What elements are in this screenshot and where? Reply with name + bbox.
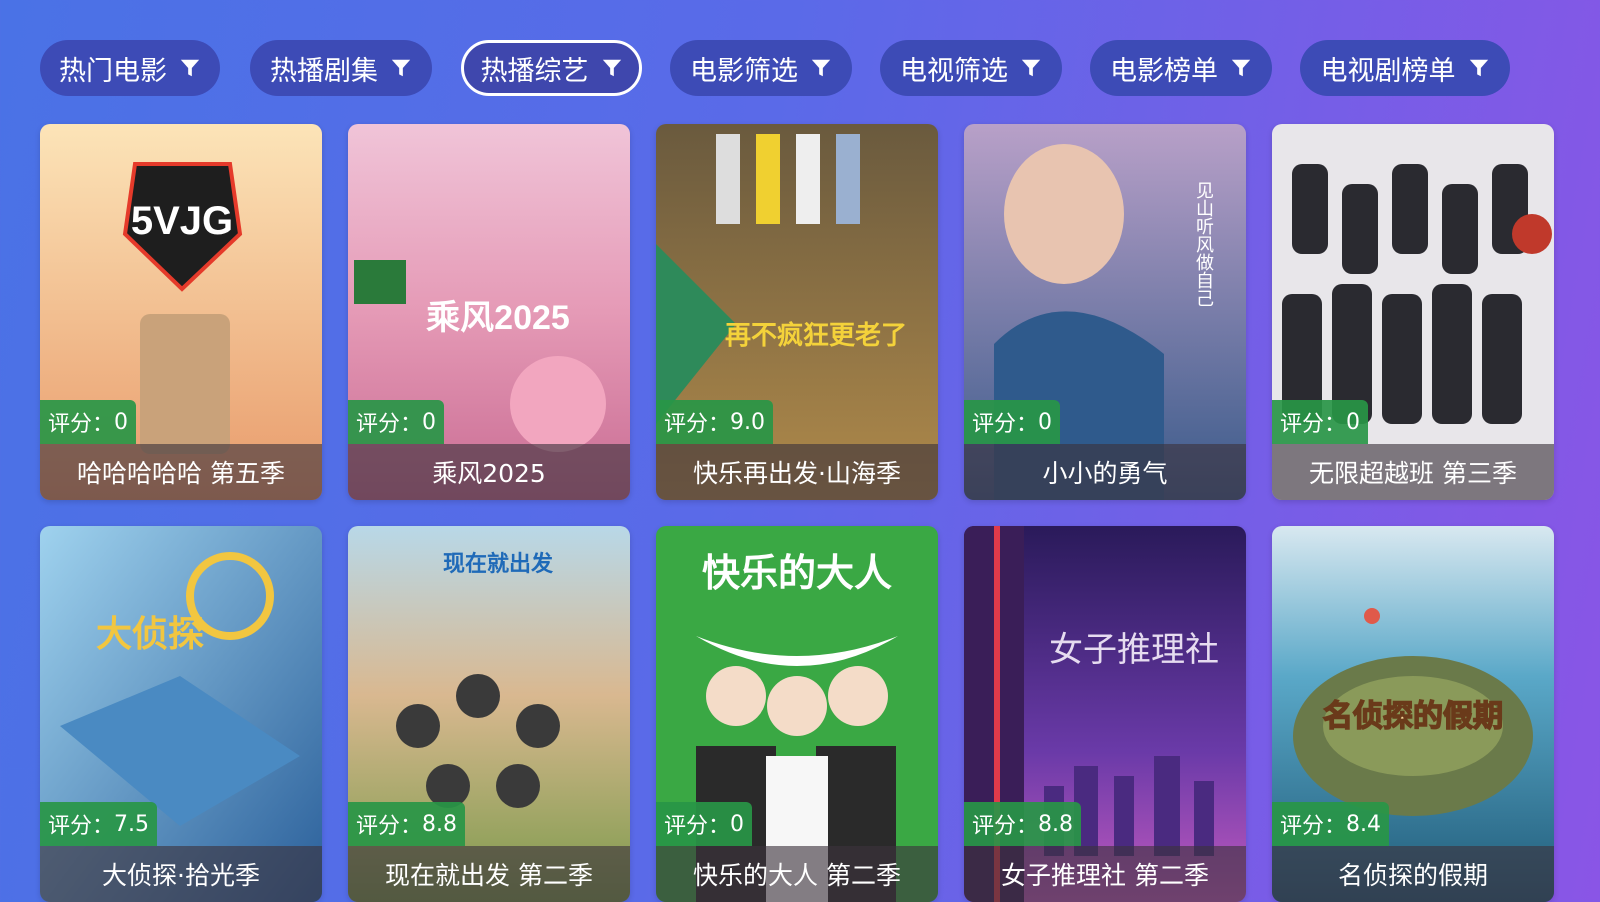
rating-badge: 评分： 9.0 (656, 400, 774, 444)
rating-badge: 评分： 8.8 (348, 802, 466, 846)
rating-badge: 评分： 0 (964, 400, 1061, 444)
rating-badge: 评分： 0 (1272, 400, 1369, 444)
tab-label: 电视筛选 (900, 55, 1008, 87)
card-title: 快乐再出发·山海季 (656, 444, 938, 500)
rating-badge: 评分： 8.4 (1272, 802, 1390, 846)
card-title: 小小的勇气 (964, 444, 1246, 500)
tab-movie-filter[interactable]: 电影筛选 (670, 40, 852, 96)
filter-icon (1231, 59, 1251, 77)
rating-badge: 评分： 0 (348, 400, 445, 444)
card-title: 无限超越班 第三季 (1272, 444, 1554, 500)
tab-label: 热门电影 (59, 55, 167, 87)
show-card[interactable]: 再不疯狂更老了 评分： 9.0 快乐再出发·山海季 (656, 124, 938, 500)
show-card[interactable]: 乘风2025 评分： 0 乘风2025 (348, 124, 630, 500)
tab-hot-variety[interactable]: 热播综艺 (461, 40, 642, 96)
card-title: 现在就出发 第二季 (348, 846, 630, 902)
svg-text:大侦探: 大侦探 (96, 613, 204, 654)
rating-badge: 评分： 7.5 (40, 802, 158, 846)
svg-text:见山听风做自己: 见山听风做自己 (1194, 181, 1214, 307)
tab-hot-movies[interactable]: 热门电影 (40, 40, 220, 96)
svg-text:快乐的大人: 快乐的大人 (702, 553, 892, 595)
tab-label: 热播综艺 (480, 55, 589, 87)
svg-text:乘风2025: 乘风2025 (426, 299, 570, 337)
filter-icon (391, 59, 411, 77)
card-title: 乘风2025 (348, 444, 630, 500)
card-title: 大侦探·拾光季 (40, 846, 322, 902)
rating-badge: 评分： 8.8 (964, 802, 1082, 846)
card-title: 女子推理社 第二季 (964, 846, 1246, 902)
show-card[interactable]: 5VJG 评分： 0 哈哈哈哈哈 第五季 (40, 124, 322, 500)
svg-text:女子推理社: 女子推理社 (1049, 631, 1219, 669)
svg-text:再不疯狂更老了: 再不疯狂更老了 (725, 320, 907, 350)
show-card[interactable]: 名侦探的假期 评分： 8.4 名侦探的假期 (1272, 526, 1554, 902)
filter-icon (1021, 59, 1041, 77)
tab-label: 电视剧榜单 (1320, 55, 1456, 87)
rating-badge: 评分： 0 (40, 400, 137, 444)
card-title: 快乐的大人 第二季 (656, 846, 938, 902)
show-card[interactable]: 现在就出发 评分： 8.8 现在就出发 第二季 (348, 526, 630, 902)
card-title: 名侦探的假期 (1272, 846, 1554, 902)
filter-icon (1469, 59, 1488, 77)
tab-label: 电影筛选 (690, 55, 798, 87)
tab-tv-ranking[interactable]: 电视剧榜单 (1300, 40, 1510, 96)
show-card[interactable]: 评分： 0 无限超越班 第三季 (1272, 124, 1554, 500)
tab-tv-filter[interactable]: 电视筛选 (880, 40, 1062, 96)
card-title: 哈哈哈哈哈 第五季 (40, 444, 322, 500)
show-card[interactable]: 大侦探 评分： 7.5 大侦探·拾光季 (40, 526, 322, 902)
svg-text:现在就出发: 现在就出发 (443, 551, 554, 576)
tab-hot-series[interactable]: 热播剧集 (250, 40, 432, 96)
show-card[interactable]: 快乐的大人 评分： 0 快乐的大人 第二季 (656, 526, 938, 902)
filter-icon (602, 59, 621, 77)
filter-icon (811, 59, 831, 77)
filter-icon (180, 59, 200, 77)
svg-text:5VJG: 5VJG (131, 199, 233, 243)
tab-label: 电影榜单 (1110, 55, 1218, 87)
rating-badge: 评分： 0 (656, 802, 753, 846)
tab-label: 热播剧集 (270, 55, 378, 87)
svg-text:名侦探的假期: 名侦探的假期 (1323, 700, 1503, 733)
tab-movie-ranking[interactable]: 电影榜单 (1090, 40, 1272, 96)
show-card[interactable]: 见山听风做自己 评分： 0 小小的勇气 (964, 124, 1246, 500)
show-card[interactable]: 女子推理社 评分： 8.8 女子推理社 第二季 (964, 526, 1246, 902)
